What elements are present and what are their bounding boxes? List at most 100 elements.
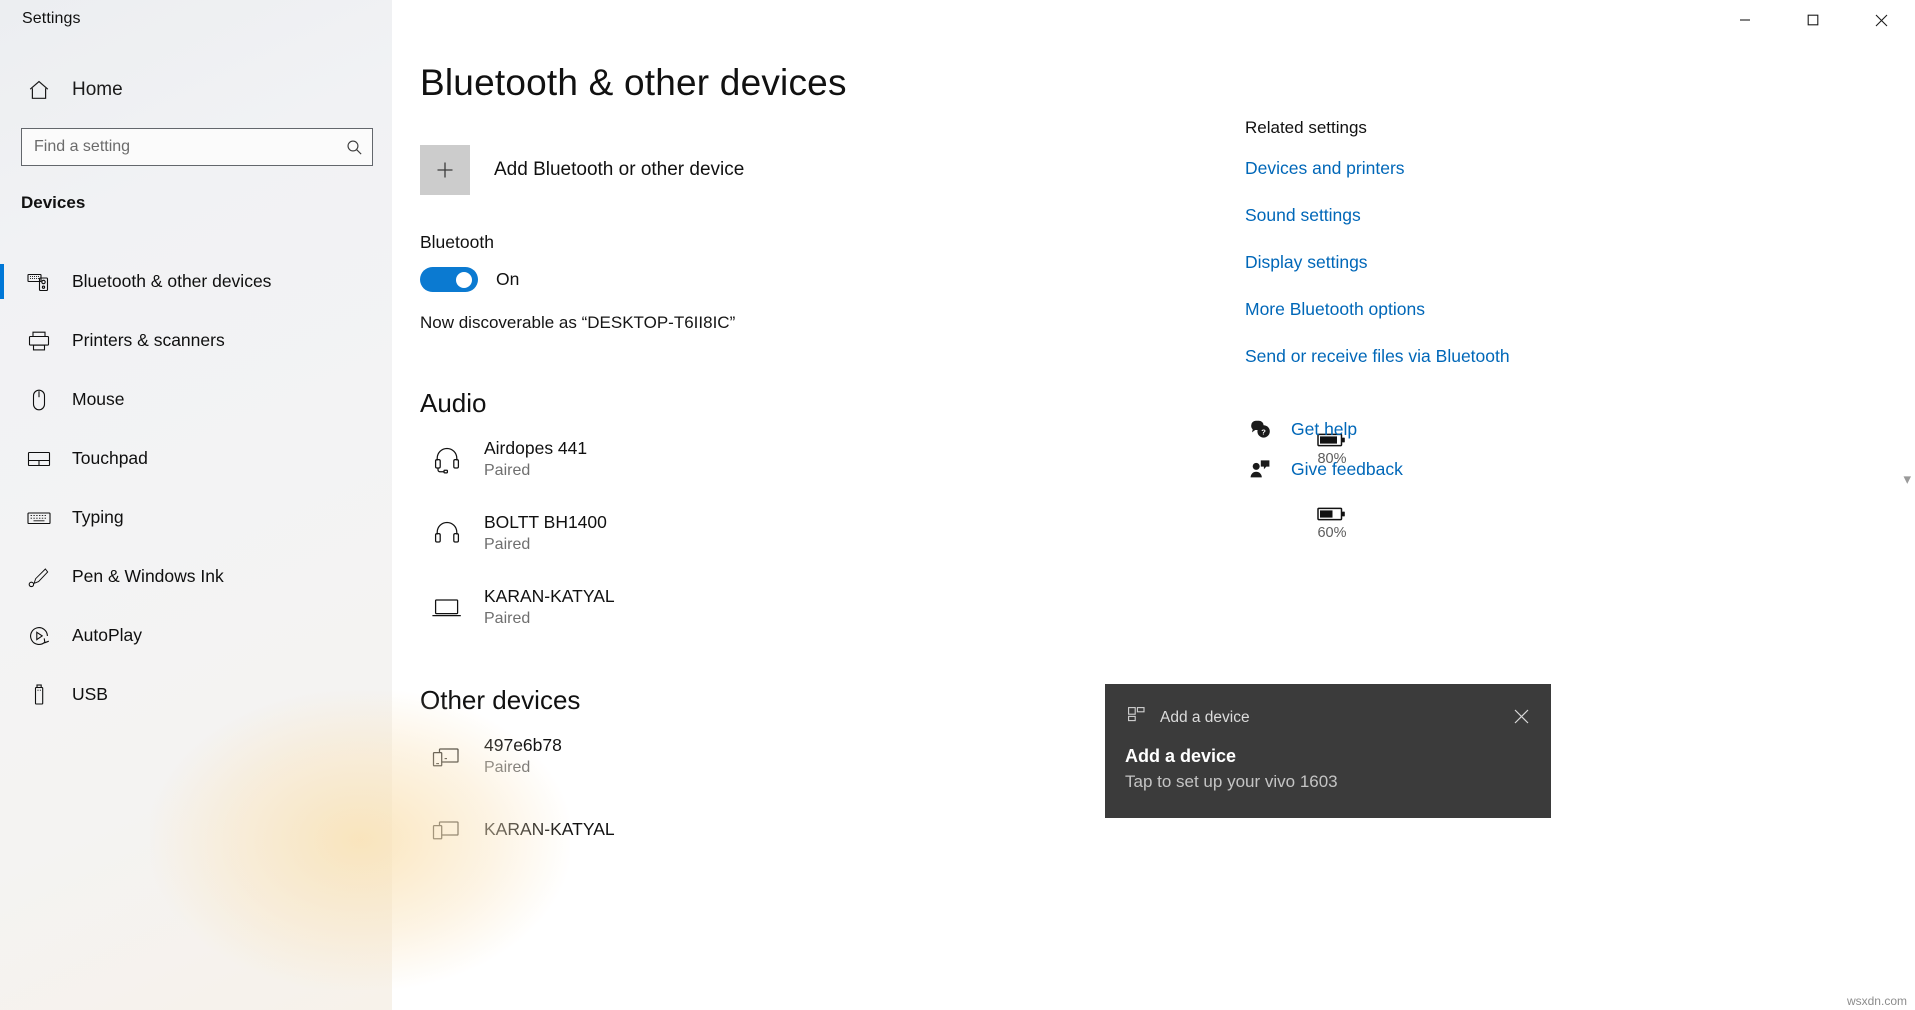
toast-app-name: Add a device <box>1160 709 1250 727</box>
device-name: 497e6b78 <box>484 734 562 757</box>
related-link-devices-and-printers[interactable]: Devices and printers <box>1245 158 1575 179</box>
device-text: 497e6b78 Paired <box>484 734 562 779</box>
home-icon <box>16 78 62 102</box>
sidebar-item-label: Bluetooth & other devices <box>72 271 271 292</box>
sidebar-item-bluetooth-other-devices[interactable]: Bluetooth & other devices <box>0 252 392 311</box>
windows-tiles-icon <box>1127 706 1146 730</box>
scrollbar-arrow[interactable]: ▾ <box>1903 470 1911 488</box>
home-label: Home <box>72 79 123 101</box>
device-status: Paired <box>484 757 562 779</box>
window-title: Settings <box>22 10 81 28</box>
device-row-audio-2[interactable]: KARAN-KATYAL Paired <box>420 578 990 636</box>
support-label: Get help <box>1291 419 1357 440</box>
bluetooth-toggle-switch[interactable] <box>420 267 478 292</box>
feedback-person-icon <box>1245 458 1275 480</box>
help-bubble-icon: ? <box>1245 418 1275 440</box>
sidebar-item-typing[interactable]: Typing <box>0 488 392 547</box>
device-name: KARAN-KATYAL <box>484 818 615 841</box>
sidebar-item-home[interactable]: Home <box>0 70 392 110</box>
pen-icon <box>16 564 62 590</box>
device-text: BOLTT BH1400 Paired <box>484 511 607 556</box>
sidebar-nav-list: Bluetooth & other devices Printers & sca… <box>0 252 392 724</box>
search-setting-box[interactable] <box>21 128 373 166</box>
related-settings-title: Related settings <box>1245 118 1575 138</box>
add-a-device-notification-toast[interactable]: Add a device Add a device Tap to set up … <box>1105 684 1551 818</box>
battery-percent: 60% <box>1317 525 1346 541</box>
device-row-audio-1[interactable]: BOLTT BH1400 Paired <box>420 504 990 562</box>
give-feedback-link[interactable]: Give feedback <box>1245 458 1575 480</box>
laptop-icon <box>420 590 474 624</box>
page-title: Bluetooth & other devices <box>420 62 847 104</box>
svg-text:?: ? <box>1261 427 1266 436</box>
device-row-audio-0[interactable]: Airdopes 441 Paired <box>420 430 990 488</box>
phone-monitor-icon <box>420 739 474 773</box>
sidebar-item-touchpad[interactable]: Touchpad <box>0 429 392 488</box>
sidebar-item-pen-windows-ink[interactable]: Pen & Windows Ink <box>0 547 392 606</box>
keyboard-icon <box>16 505 62 531</box>
device-text: KARAN-KATYAL <box>484 818 615 841</box>
device-text: KARAN-KATYAL Paired <box>484 585 615 630</box>
related-link-display-settings[interactable]: Display settings <box>1245 252 1575 273</box>
battery-indicator-audio-1: 60% <box>1297 506 1367 541</box>
settings-sidebar: Home Devices Bluetooth & other device <box>0 0 392 1010</box>
sidebar-item-label: Typing <box>72 507 124 528</box>
touchpad-icon <box>16 446 62 472</box>
device-name: KARAN-KATYAL <box>484 585 615 608</box>
sidebar-item-label: USB <box>72 684 108 705</box>
search-input[interactable] <box>22 138 336 156</box>
add-bluetooth-or-other-device-button[interactable]: Add Bluetooth or other device <box>420 145 744 195</box>
device-status: Paired <box>484 460 587 482</box>
battery-icon <box>1317 506 1347 522</box>
main-content: Bluetooth & other devices Add Bluetooth … <box>392 0 1915 1010</box>
toast-close-icon[interactable] <box>1505 700 1537 732</box>
bluetooth-heading: Bluetooth <box>420 232 519 253</box>
bluetooth-toggle-row: On <box>420 267 519 292</box>
support-links-panel: ? Get help Give feedback <box>1245 418 1575 498</box>
usb-icon <box>16 682 62 708</box>
toast-header: Add a device <box>1127 706 1250 730</box>
device-name: BOLTT BH1400 <box>484 511 607 534</box>
headphones-icon <box>420 516 474 550</box>
headset-icon <box>420 442 474 476</box>
bluetooth-toggle-state-label: On <box>496 269 519 290</box>
get-help-link[interactable]: ? Get help <box>1245 418 1575 440</box>
device-status: Paired <box>484 608 615 630</box>
sidebar-item-label: Mouse <box>72 389 125 410</box>
device-row-other-1[interactable]: KARAN-KATYAL <box>420 800 990 858</box>
device-name: Airdopes 441 <box>484 437 587 460</box>
toast-body: Tap to set up your vivo 1603 <box>1125 772 1338 792</box>
maximize-button[interactable] <box>1779 0 1847 40</box>
sidebar-item-label: AutoPlay <box>72 625 142 646</box>
device-text: Airdopes 441 Paired <box>484 437 587 482</box>
device-row-other-0[interactable]: 497e6b78 Paired <box>420 727 990 785</box>
toast-title: Add a device <box>1125 746 1236 767</box>
sidebar-item-label: Touchpad <box>72 448 148 469</box>
plus-icon <box>420 145 470 195</box>
sidebar-item-printers-scanners[interactable]: Printers & scanners <box>0 311 392 370</box>
watermark: wsxdn.com <box>1847 994 1907 1008</box>
close-button[interactable] <box>1847 0 1915 40</box>
discoverable-status-text: Now discoverable as “DESKTOP-T6II8IC” <box>420 313 735 333</box>
other-devices-section-heading: Other devices <box>420 685 580 716</box>
related-settings-panel: Related settings Devices and printers So… <box>1245 118 1575 367</box>
device-status: Paired <box>484 534 607 556</box>
related-link-more-bluetooth-options[interactable]: More Bluetooth options <box>1245 299 1575 320</box>
phone-monitor-icon <box>420 812 474 846</box>
sidebar-item-usb[interactable]: USB <box>0 665 392 724</box>
minimize-button[interactable] <box>1711 0 1779 40</box>
search-icon[interactable] <box>336 138 372 157</box>
window-titlebar: Settings <box>0 0 1915 40</box>
add-device-label: Add Bluetooth or other device <box>494 159 744 181</box>
sidebar-item-mouse[interactable]: Mouse <box>0 370 392 429</box>
toggle-knob <box>456 272 472 288</box>
sidebar-item-label: Pen & Windows Ink <box>72 566 224 587</box>
sidebar-group-title: Devices <box>21 193 85 213</box>
sidebar-item-autoplay[interactable]: AutoPlay <box>0 606 392 665</box>
bluetooth-toggle-section: Bluetooth On <box>420 232 519 292</box>
related-link-sound-settings[interactable]: Sound settings <box>1245 205 1575 226</box>
bluetooth-devices-icon <box>16 269 62 295</box>
sidebar-item-label: Printers & scanners <box>72 330 225 351</box>
printer-icon <box>16 328 62 354</box>
related-link-send-or-receive-files[interactable]: Send or receive files via Bluetooth <box>1245 346 1575 367</box>
mouse-icon <box>16 387 62 413</box>
